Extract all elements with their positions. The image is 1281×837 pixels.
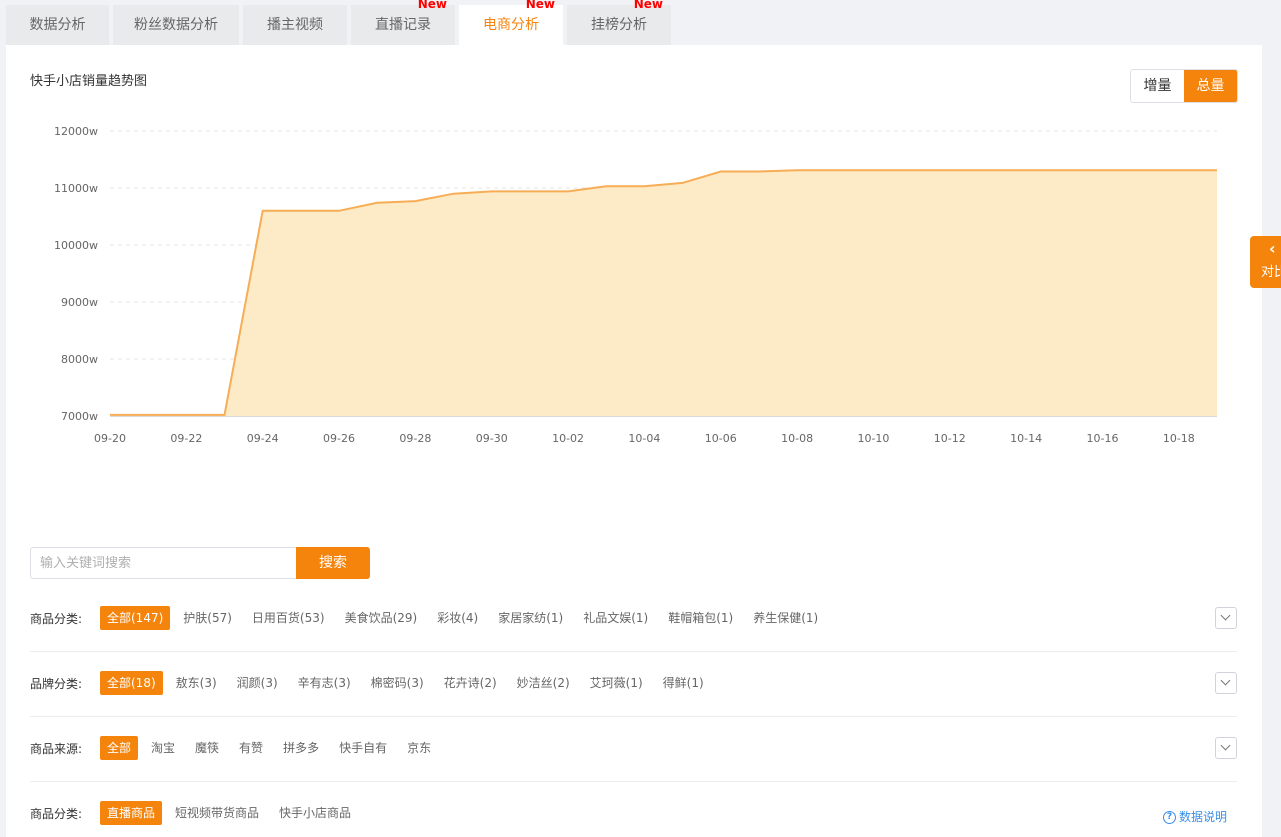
question-icon: ? xyxy=(1163,810,1176,824)
filter-row-source: 商品来源: 全部 淘宝 魔筷 有赞 拼多多 快手自有 京东 xyxy=(30,736,1237,760)
series-area xyxy=(110,170,1217,416)
filter-option[interactable]: 全部(18) xyxy=(100,671,163,695)
filter-option[interactable]: 日用百货(53) xyxy=(245,606,332,630)
help-label: 数据说明 xyxy=(1179,810,1228,824)
x-tick-label: 09-26 xyxy=(323,432,355,445)
filter-label: 商品来源: xyxy=(30,741,83,756)
filter-option[interactable]: 花卉诗(2) xyxy=(437,671,504,695)
filter-option[interactable]: 魔筷 xyxy=(188,736,226,760)
x-tick-label: 09-20 xyxy=(94,432,126,445)
filter-label: 商品分类: xyxy=(30,611,83,626)
divider xyxy=(30,781,1237,782)
filter-option[interactable]: 敖东(3) xyxy=(169,671,224,695)
chevron-down-icon[interactable] xyxy=(1215,607,1237,629)
filter-option[interactable]: 润颜(3) xyxy=(230,671,285,695)
data-help-link[interactable]: ? 数据说明 xyxy=(1163,809,1227,825)
filter-row-brand: 品牌分类: 全部(18) 敖东(3) 润颜(3) 辛有志(3) 棉密码(3) 花… xyxy=(30,671,1237,695)
search-button[interactable]: 搜索 xyxy=(296,547,370,579)
filter-option[interactable]: 彩妆(4) xyxy=(430,606,485,630)
filter-option[interactable]: 淘宝 xyxy=(144,736,182,760)
filter-option[interactable]: 养生保健(1) xyxy=(746,606,825,630)
filter-option[interactable]: 护肤(57) xyxy=(176,606,239,630)
y-tick-label: 10000w xyxy=(54,239,98,252)
x-tick-label: 10-10 xyxy=(857,432,889,445)
x-tick-label: 10-16 xyxy=(1086,432,1118,445)
filter-option[interactable]: 家居家纺(1) xyxy=(491,606,570,630)
compare-side-tab[interactable]: ‹ 对比 xyxy=(1250,236,1281,288)
filter-option[interactable]: 快手小店商品 xyxy=(272,801,358,825)
y-tick-label: 12000w xyxy=(54,125,98,138)
y-tick-label: 9000w xyxy=(61,296,98,309)
y-tick-label: 7000w xyxy=(61,410,98,423)
x-tick-label: 10-02 xyxy=(552,432,584,445)
filter-row-product-type: 商品分类: 直播商品 短视频带货商品 快手小店商品 xyxy=(30,801,1237,825)
x-tick-label: 10-18 xyxy=(1163,432,1195,445)
y-tick-label: 11000w xyxy=(54,182,98,195)
x-tick-label: 10-04 xyxy=(628,432,660,445)
y-tick-label: 8000w xyxy=(61,353,98,366)
x-tick-label: 10-08 xyxy=(781,432,813,445)
chevron-down-icon[interactable] xyxy=(1215,737,1237,759)
x-tick-label: 10-06 xyxy=(705,432,737,445)
divider xyxy=(30,651,1237,652)
search-input[interactable] xyxy=(30,547,296,579)
filter-option[interactable]: 快手自有 xyxy=(332,736,394,760)
filter-option[interactable]: 京东 xyxy=(400,736,438,760)
filter-option[interactable]: 艾珂薇(1) xyxy=(583,671,650,695)
x-tick-label: 09-28 xyxy=(399,432,431,445)
filter-option[interactable]: 全部 xyxy=(100,736,139,760)
filter-option[interactable]: 妙洁丝(2) xyxy=(510,671,577,695)
filter-option[interactable]: 礼品文娱(1) xyxy=(576,606,655,630)
filter-option[interactable]: 辛有志(3) xyxy=(291,671,358,695)
filter-option[interactable]: 美食饮品(29) xyxy=(338,606,425,630)
x-tick-label: 09-30 xyxy=(476,432,508,445)
x-tick-label: 09-22 xyxy=(170,432,202,445)
compare-label: 对比 xyxy=(1261,265,1281,280)
filter-option[interactable]: 直播商品 xyxy=(100,801,163,825)
filter-option[interactable]: 得鲜(1) xyxy=(656,671,711,695)
filter-option[interactable]: 全部(147) xyxy=(100,606,171,630)
sales-trend-chart: 7000w 8000w 9000w 10000w 11000w 12000w 09-20 09… xyxy=(54,125,1217,445)
filter-label: 品牌分类: xyxy=(30,676,83,691)
filter-row-product-category: 商品分类: 全部(147) 护肤(57) 日用百货(53) 美食饮品(29) 彩… xyxy=(30,606,1237,630)
x-tick-label: 09-24 xyxy=(247,432,279,445)
chevron-left-icon: ‹ xyxy=(1269,239,1276,258)
filter-option[interactable]: 棉密码(3) xyxy=(364,671,431,695)
x-tick-label: 10-14 xyxy=(1010,432,1042,445)
filter-option[interactable]: 短视频带货商品 xyxy=(168,801,266,825)
filter-option[interactable]: 拼多多 xyxy=(276,736,326,760)
chevron-down-icon[interactable] xyxy=(1215,672,1237,694)
x-tick-label: 10-12 xyxy=(934,432,966,445)
filter-option[interactable]: 有赞 xyxy=(232,736,270,760)
filter-option[interactable]: 鞋帽箱包(1) xyxy=(661,606,740,630)
divider xyxy=(30,716,1237,717)
filter-label: 商品分类: xyxy=(30,806,83,821)
